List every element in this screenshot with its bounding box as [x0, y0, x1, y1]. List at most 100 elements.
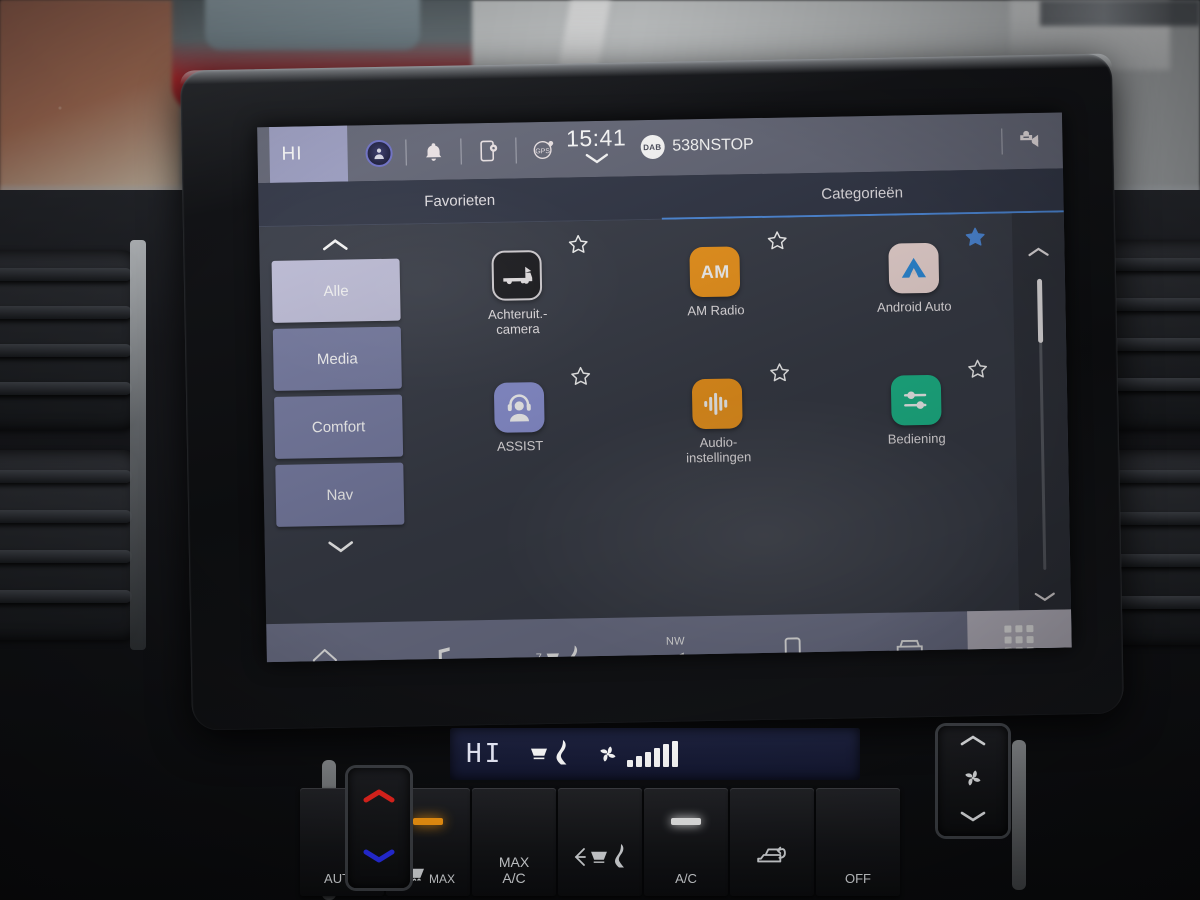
sidebar-item-label: Nav — [326, 485, 354, 504]
scrollbar-track[interactable] — [1036, 278, 1046, 570]
nav-climate[interactable]: 7 — [500, 618, 618, 663]
fan-icon — [962, 767, 984, 794]
category-scroll-down-chevron-down-icon[interactable] — [326, 531, 357, 562]
app-tile-audio-settings[interactable]: Audio- instellingen — [618, 355, 819, 491]
scroll-down-chevron-down-icon[interactable] — [1033, 584, 1057, 610]
app-grid: Achteruit.- camera AM AM Radio Android A… — [417, 219, 1017, 494]
hvac-temperature-rocker[interactable] — [348, 768, 410, 888]
avatar — [364, 139, 393, 167]
hvac-ac-button[interactable]: A/C — [644, 788, 728, 896]
sidebar-item-comfort[interactable]: Comfort — [274, 394, 404, 459]
hvac-button-label: MAX A/C — [498, 853, 530, 886]
voice-assistant-icon[interactable] — [1008, 121, 1051, 162]
compass-arrow-icon — [664, 650, 688, 663]
hvac-temperature-value: HI — [466, 739, 504, 769]
assist-headset-icon — [493, 381, 545, 433]
scrollbar-thumb[interactable] — [1036, 278, 1043, 343]
nav-media[interactable] — [383, 620, 501, 663]
nav-vehicle[interactable] — [850, 611, 968, 662]
tab-label: Favorieten — [424, 191, 496, 211]
temp-down-icon[interactable] — [362, 848, 396, 869]
app-tile-am-radio[interactable]: AM AM Radio — [615, 223, 816, 359]
audio-settings-icon — [692, 378, 744, 430]
app-label: Android Auto — [876, 298, 952, 315]
user-avatar-icon[interactable] — [357, 133, 400, 174]
app-label: ASSIST — [496, 438, 544, 454]
apps-button-label: Apps — [1006, 659, 1034, 662]
clock-group[interactable]: 15:41 — [565, 124, 627, 169]
status-center-group: 15:41 DAB 538NSTOP — [566, 124, 754, 169]
clock: 15:41 — [565, 124, 627, 152]
apps-grid-icon — [1004, 625, 1035, 655]
app-tile-assist[interactable]: ASSIST — [419, 359, 620, 495]
defrost-seat-icon — [529, 738, 571, 770]
radio-station-name: 538NSTOP — [672, 136, 754, 155]
app-tile-android-auto[interactable]: Android Auto — [814, 219, 1015, 355]
trim-left — [130, 240, 146, 650]
favorite-star-icon[interactable] — [570, 365, 592, 392]
hvac-off-button[interactable]: OFF — [816, 788, 900, 896]
divider — [1001, 128, 1003, 155]
app-tile-rear-camera[interactable]: Achteruit.- camera — [417, 227, 618, 363]
infotainment-screen-bezel: HI GPS 15:41 DAB 538NSTOP Favorieten Cat… — [180, 53, 1124, 731]
sidebar-item-nav[interactable]: Nav — [275, 462, 405, 527]
dab-badge: DAB — [640, 134, 665, 160]
temp-up-icon[interactable] — [362, 788, 396, 809]
fan-up-icon[interactable] — [959, 734, 987, 752]
am-radio-icon: AM — [689, 246, 741, 298]
tab-categorieen[interactable]: Categorieën — [661, 168, 1064, 218]
category-sidebar: Alle Media Comfort Nav — [259, 224, 418, 624]
home-icon — [311, 646, 340, 663]
favorite-star-icon[interactable] — [966, 358, 988, 385]
status-temp-badge[interactable]: HI — [269, 125, 349, 183]
nav-navigation[interactable]: NW — [617, 616, 735, 663]
am-radio-icon-text: AM — [700, 261, 730, 282]
hvac-fan-rocker[interactable] — [938, 726, 1008, 836]
android-auto-icon — [888, 242, 940, 294]
svg-text:GPS: GPS — [535, 148, 550, 155]
sidebar-item-media[interactable]: Media — [272, 326, 402, 391]
app-grid-scrollbar[interactable] — [1011, 212, 1072, 611]
phone-icon — [782, 636, 803, 663]
hvac-recirculation-button[interactable] — [730, 788, 814, 896]
scroll-up-chevron-up-icon[interactable] — [1026, 239, 1050, 265]
favorite-star-icon[interactable] — [768, 361, 790, 388]
climate-temp-label: 7 — [535, 652, 543, 663]
status-right-group — [995, 121, 1051, 162]
hvac-led-indicator — [413, 818, 443, 825]
app-grid-container: Achteruit.- camera AM AM Radio Android A… — [411, 213, 1019, 621]
app-label: Achteruit.- camera — [487, 305, 548, 337]
divider — [405, 139, 407, 166]
nav-phone[interactable] — [733, 613, 851, 663]
nav-home[interactable] — [266, 622, 384, 663]
sidebar-item-label: Comfort — [311, 417, 366, 436]
hvac-button-label: MAX — [428, 872, 455, 886]
favorite-star-icon[interactable] — [567, 233, 589, 260]
phone-settings-icon[interactable] — [467, 131, 510, 172]
hvac-display: HI — [450, 728, 860, 780]
hvac-button-label: A/C — [675, 871, 697, 886]
apps-button[interactable]: Apps — [967, 609, 1072, 663]
gps-icon[interactable]: GPS — [522, 130, 565, 171]
bell-icon[interactable] — [412, 132, 455, 173]
status-icon-group: GPS — [357, 130, 565, 174]
air-vent-left-upper — [0, 250, 138, 430]
app-tile-bediening[interactable]: Bediening — [816, 351, 1017, 487]
airflow-feet-windshield-icon — [572, 842, 628, 886]
car-interior-photo: HI GPS 15:41 DAB 538NSTOP Favorieten Cat… — [0, 0, 1200, 900]
sidebar-item-label: Alle — [323, 282, 349, 300]
divider — [515, 137, 517, 164]
infotainment-screen[interactable]: HI GPS 15:41 DAB 538NSTOP Favorieten Cat… — [257, 112, 1072, 663]
category-scroll-up-chevron-up-icon[interactable] — [320, 230, 351, 261]
favorite-star-icon[interactable] — [964, 226, 986, 253]
hvac-airflow-button[interactable] — [558, 788, 642, 896]
sidebar-item-label: Media — [316, 349, 358, 368]
compass-heading-label: NW — [665, 635, 686, 648]
radio-status[interactable]: DAB 538NSTOP — [640, 133, 754, 160]
favorite-star-icon[interactable] — [766, 229, 788, 256]
fan-down-icon[interactable] — [959, 810, 987, 828]
sidebar-item-alle[interactable]: Alle — [271, 258, 401, 323]
tab-favorieten[interactable]: Favorieten — [258, 176, 661, 226]
tab-label: Categorieën — [821, 184, 904, 203]
hvac-max-ac-button[interactable]: MAX A/C — [472, 788, 556, 896]
